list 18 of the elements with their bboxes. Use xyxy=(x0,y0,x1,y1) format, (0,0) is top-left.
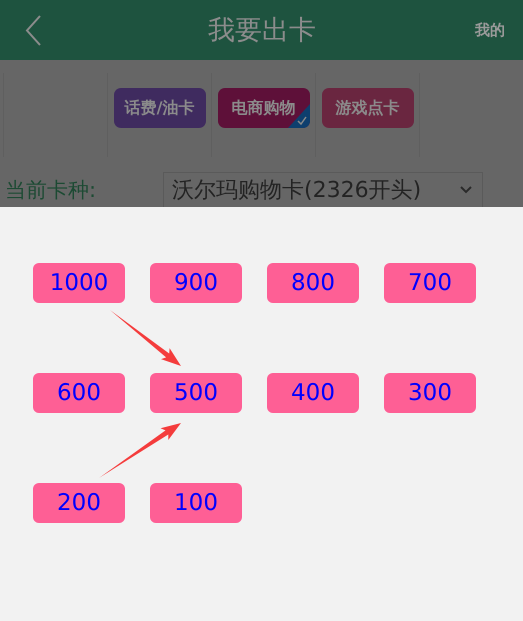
amount-button[interactable]: 900 xyxy=(150,263,242,303)
amount-button[interactable]: 100 xyxy=(150,483,242,523)
category-tab[interactable]: 游戏点卡 xyxy=(322,88,414,128)
my-account-link[interactable]: 我的 xyxy=(475,20,505,40)
amount-button[interactable]: 800 xyxy=(267,263,359,303)
back-icon[interactable] xyxy=(25,14,41,46)
annotation-arrow xyxy=(110,310,181,366)
caret-icon xyxy=(460,186,472,194)
page-title: 我要出卡 xyxy=(207,14,317,48)
card-type-label: 当前卡种: xyxy=(4,176,98,204)
amount-button[interactable]: 600 xyxy=(33,373,125,413)
amount-button[interactable]: 200 xyxy=(33,483,125,523)
amount-button[interactable]: 400 xyxy=(267,373,359,413)
category-tab[interactable]: 话费/油卡 xyxy=(114,88,206,128)
amount-button[interactable]: 700 xyxy=(384,263,476,303)
amount-button[interactable]: 300 xyxy=(384,373,476,413)
amount-button[interactable]: 1000 xyxy=(33,263,125,303)
category-tab[interactable]: 电商购物 xyxy=(218,88,310,128)
